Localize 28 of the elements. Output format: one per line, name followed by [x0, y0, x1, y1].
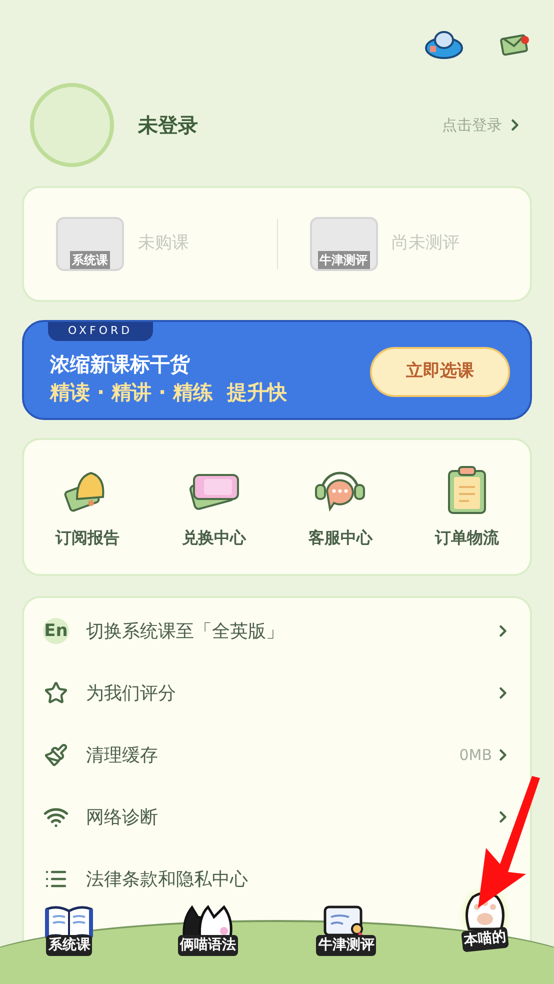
status-label: 尚未测评 — [392, 232, 460, 256]
settings-item[interactable]: 为我们评分 — [24, 662, 530, 724]
banner-title: 浓缩新课标干货 — [50, 351, 191, 378]
banner-tag: OXFORD — [48, 322, 153, 340]
badge-label: 牛津测评 — [318, 251, 370, 269]
badge-label: 系统课 — [70, 251, 110, 269]
settings-label: 切换系统课至「全英版」 — [86, 620, 284, 644]
settings-item[interactable]: En 切换系统课至「全英版」 — [24, 600, 530, 662]
settings-item[interactable]: 网络诊断 — [24, 786, 530, 848]
username: 未登录 — [138, 112, 198, 139]
settings-label: 清理缓存 — [86, 744, 158, 768]
shortcut-label[interactable]: 订阅报告 — [55, 526, 120, 550]
banner-subtitle: 精读 · 精讲 · 精练 提升快 — [50, 379, 287, 406]
star-icon — [44, 681, 68, 705]
promo-banner[interactable]: OXFORD 浓缩新课标干货 精读 · 精讲 · 精练 提升快 立即选课 — [22, 320, 532, 420]
cache-size: 0MB — [459, 744, 492, 766]
status-label: 未购课 — [138, 232, 189, 256]
settings-label: 为我们评分 — [86, 682, 176, 706]
settings-item[interactable]: 清理缓存 0MB — [24, 724, 530, 786]
shortcut-label[interactable]: 兑换中心 — [182, 526, 246, 550]
english-icon: En — [43, 618, 69, 644]
ufo-icon[interactable] — [424, 28, 464, 60]
shortcut-label[interactable]: 订单物流 — [434, 526, 499, 550]
choose-course-button[interactable]: 立即选课 — [370, 347, 510, 397]
settings-label: 网络诊断 — [86, 806, 158, 830]
settings-label: 法律条款和隐私中心 — [86, 868, 248, 892]
shortcut-label[interactable]: 客服中心 — [308, 526, 372, 550]
brush-icon — [44, 743, 68, 767]
